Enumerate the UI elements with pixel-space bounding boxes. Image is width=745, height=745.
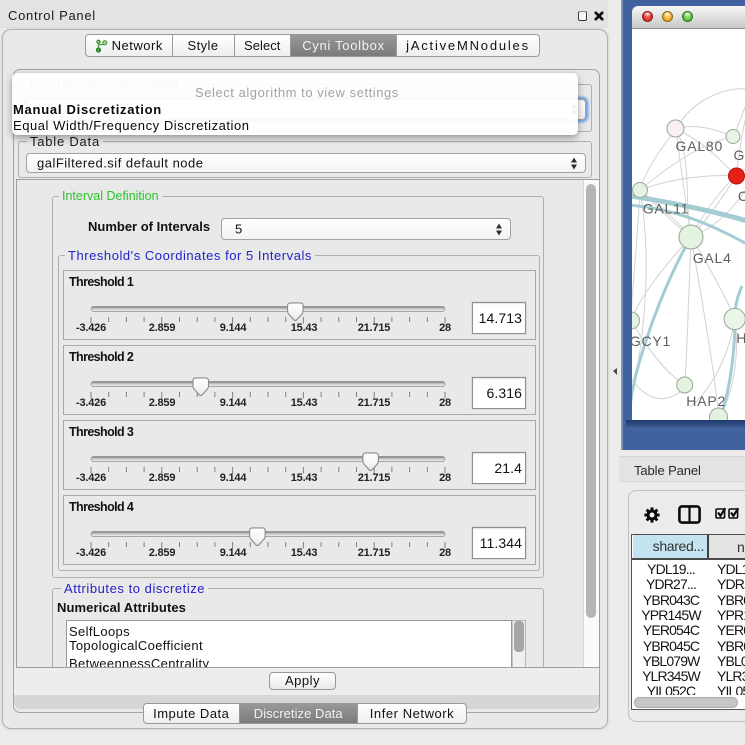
svg-text:GA: GA	[734, 147, 745, 163]
svg-text:HAP2: HAP2	[686, 393, 726, 409]
svg-text:GCY1: GCY1	[632, 333, 671, 349]
svg-text:GAL4: GAL4	[693, 250, 732, 266]
svg-text:GAL80: GAL80	[676, 138, 724, 154]
svg-text:C: C	[738, 188, 745, 204]
svg-text:H: H	[736, 330, 745, 346]
svg-text:GAL11: GAL11	[643, 201, 690, 217]
